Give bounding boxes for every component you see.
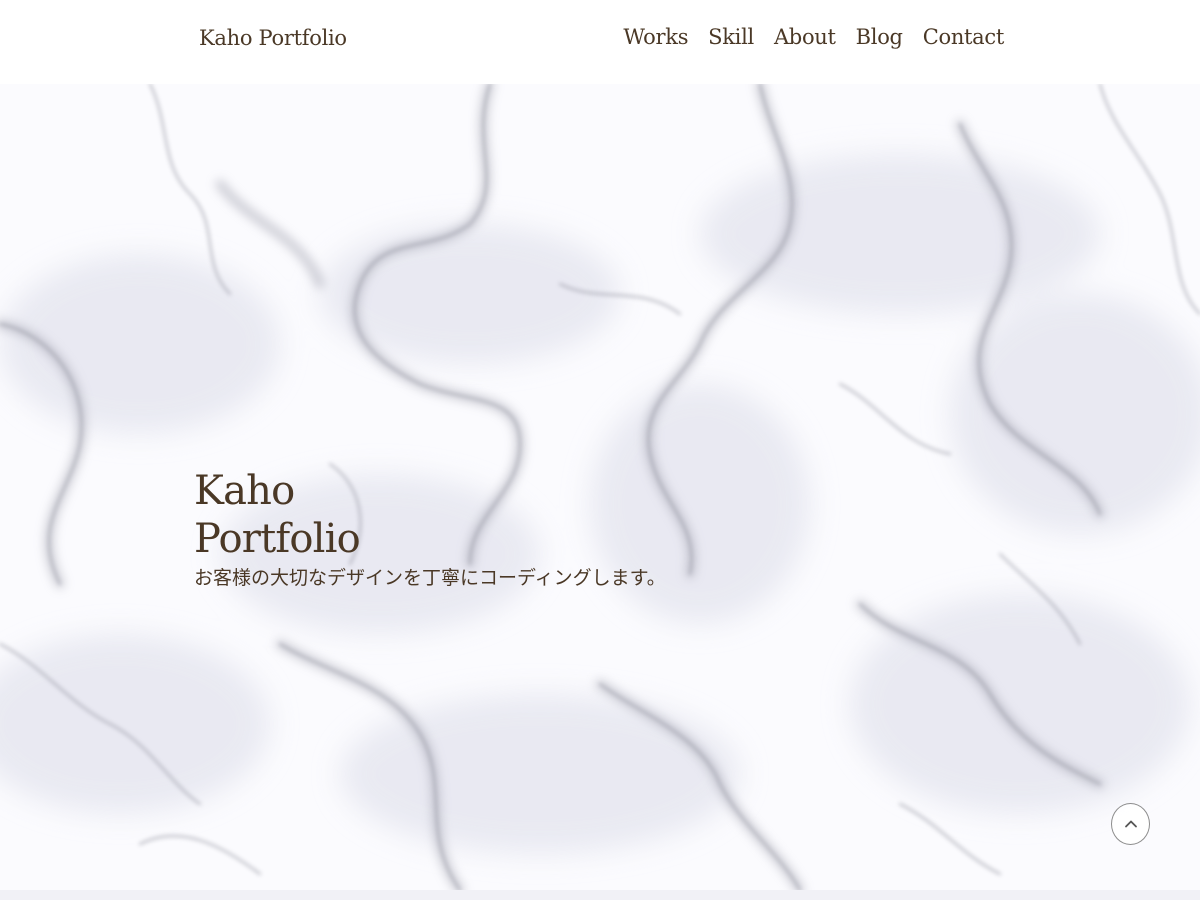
nav-link-blog[interactable]: Blog [856,25,903,49]
nav-link-contact[interactable]: Contact [923,25,1005,49]
hero-section: Kaho Portfolio お客様の大切なデザインを丁寧にコーディングします。 [0,84,1200,890]
page-bottom-edge [0,890,1200,900]
site-header: Kaho Portfolio Works Skill About Blog Co… [0,0,1200,84]
site-logo[interactable]: Kaho Portfolio [199,26,347,50]
hero-copy: Kaho Portfolio お客様の大切なデザインを丁寧にコーディングします。 [194,467,666,591]
hero-tagline: お客様の大切なデザインを丁寧にコーディングします。 [194,567,666,589]
nav-link-works[interactable]: Works [623,25,688,49]
nav-link-about[interactable]: About [774,25,836,49]
hero-title-line2: Portfolio [194,516,361,562]
page: Kaho Portfolio Works Skill About Blog Co… [0,0,1200,900]
chevron-up-icon [1124,820,1137,828]
hero-title-line1: Kaho [194,468,295,514]
nav-link-skill[interactable]: Skill [708,25,754,49]
hero-title: Kaho Portfolio [194,467,666,563]
back-to-top-button[interactable] [1111,803,1150,845]
global-nav: Works Skill About Blog Contact [623,25,1004,49]
